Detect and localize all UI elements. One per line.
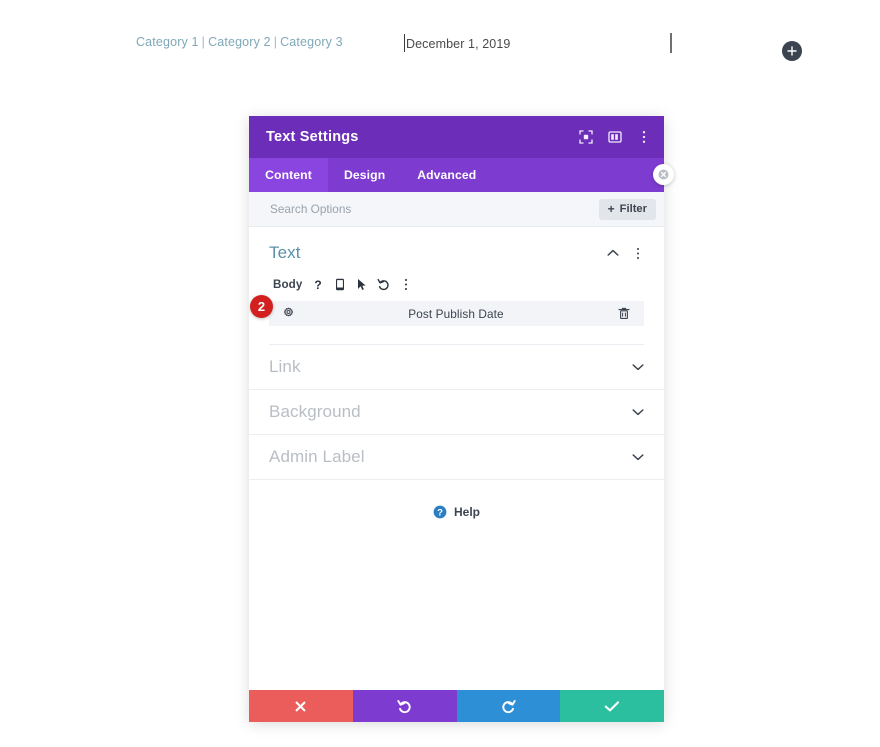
text-section-actions xyxy=(606,247,644,260)
text-section-title: Text xyxy=(269,243,301,262)
body-label: Body xyxy=(273,277,303,291)
modal-footer xyxy=(249,690,664,722)
section-link-label: Link xyxy=(269,357,301,376)
search-input[interactable] xyxy=(270,202,599,216)
reset-undo-icon[interactable] xyxy=(377,277,390,291)
category-separator-2: | xyxy=(273,35,278,49)
text-caret xyxy=(404,34,405,52)
category-link-3[interactable]: Category 3 xyxy=(280,35,343,49)
category-link-1[interactable]: Category 1 xyxy=(136,35,199,49)
section-background-label: Background xyxy=(269,402,361,421)
search-options-bar: + Filter xyxy=(249,192,664,227)
kebab-menu-icon[interactable] xyxy=(399,277,412,291)
chevron-down-icon[interactable] xyxy=(631,361,644,374)
body-toolbar: Body ? xyxy=(269,275,644,301)
plus-icon xyxy=(787,46,797,56)
section-admin-label-label: Admin Label xyxy=(269,447,365,466)
post-meta-row: Category 1 | Category 2 | Category 3 Decembe… xyxy=(0,0,880,84)
layout-columns-icon[interactable] xyxy=(607,130,622,145)
post-date[interactable]: December 1, 2019 xyxy=(404,34,510,54)
cursor-pointer-icon[interactable] xyxy=(355,277,368,291)
help-link[interactable]: ? Help xyxy=(249,480,664,519)
help-label: Help xyxy=(453,505,480,519)
kebab-menu-icon[interactable] xyxy=(631,247,644,260)
filter-button-label: Filter xyxy=(619,203,647,215)
text-settings-modal: Text Settings Content Design Advanced Se… xyxy=(249,116,674,722)
check-icon xyxy=(604,700,620,713)
trash-icon[interactable] xyxy=(617,307,630,321)
post-date-text: December 1, 2019 xyxy=(406,37,511,51)
modal-header-actions xyxy=(578,130,651,145)
category-links: Category 1 | Category 2 | Category 3 xyxy=(136,35,343,49)
modal-title: Text Settings xyxy=(266,129,359,145)
svg-text:?: ? xyxy=(314,278,321,291)
section-link[interactable]: Link xyxy=(249,345,664,390)
page-root: Category 1 | Category 2 | Category 3 Decembe… xyxy=(0,0,880,747)
modal-tabs: Content Design Advanced xyxy=(249,158,664,192)
close-icon xyxy=(658,169,669,180)
dynamic-content-label: Post Publish Date xyxy=(408,306,504,321)
category-link-2[interactable]: Category 2 xyxy=(208,35,271,49)
category-separator-1: | xyxy=(201,35,206,49)
question-circle-icon: ? xyxy=(433,505,447,519)
redo-icon xyxy=(501,699,516,714)
chevron-down-icon[interactable] xyxy=(631,451,644,464)
text-section-header: Text xyxy=(269,243,644,275)
modal-body: Text Body ? 2 Post Publish Date Link Bac… xyxy=(249,227,664,690)
add-module-button[interactable] xyxy=(782,41,802,61)
section-background[interactable]: Background xyxy=(249,390,664,435)
plus-icon: + xyxy=(607,202,615,216)
chevron-down-icon[interactable] xyxy=(631,406,644,419)
gear-icon[interactable] xyxy=(281,307,295,321)
question-help-icon[interactable]: ? xyxy=(311,277,324,291)
text-section: Text Body ? 2 Post Publish Date xyxy=(249,227,664,345)
tab-advanced[interactable]: Advanced xyxy=(401,158,492,192)
section-admin-label[interactable]: Admin Label xyxy=(249,435,664,480)
x-icon xyxy=(294,700,307,713)
focus-target-icon[interactable] xyxy=(578,130,593,145)
save-button[interactable] xyxy=(560,690,664,722)
filter-button[interactable]: + Filter xyxy=(598,198,656,220)
undo-icon xyxy=(397,699,412,714)
dynamic-content-row[interactable]: 2 Post Publish Date xyxy=(250,295,644,326)
column-edge-marker xyxy=(670,33,672,53)
undo-button[interactable] xyxy=(352,690,457,722)
mobile-device-icon[interactable] xyxy=(333,277,346,291)
tab-content[interactable]: Content xyxy=(249,158,328,192)
svg-text:?: ? xyxy=(437,508,443,519)
modal-close-button[interactable] xyxy=(653,164,674,185)
chevron-up-icon[interactable] xyxy=(606,247,619,260)
step-badge: 2 xyxy=(250,295,273,318)
modal-header: Text Settings xyxy=(249,116,664,158)
tab-design[interactable]: Design xyxy=(328,158,401,192)
redo-button[interactable] xyxy=(456,690,561,722)
kebab-menu-icon[interactable] xyxy=(636,130,651,145)
cancel-button[interactable] xyxy=(249,690,353,722)
